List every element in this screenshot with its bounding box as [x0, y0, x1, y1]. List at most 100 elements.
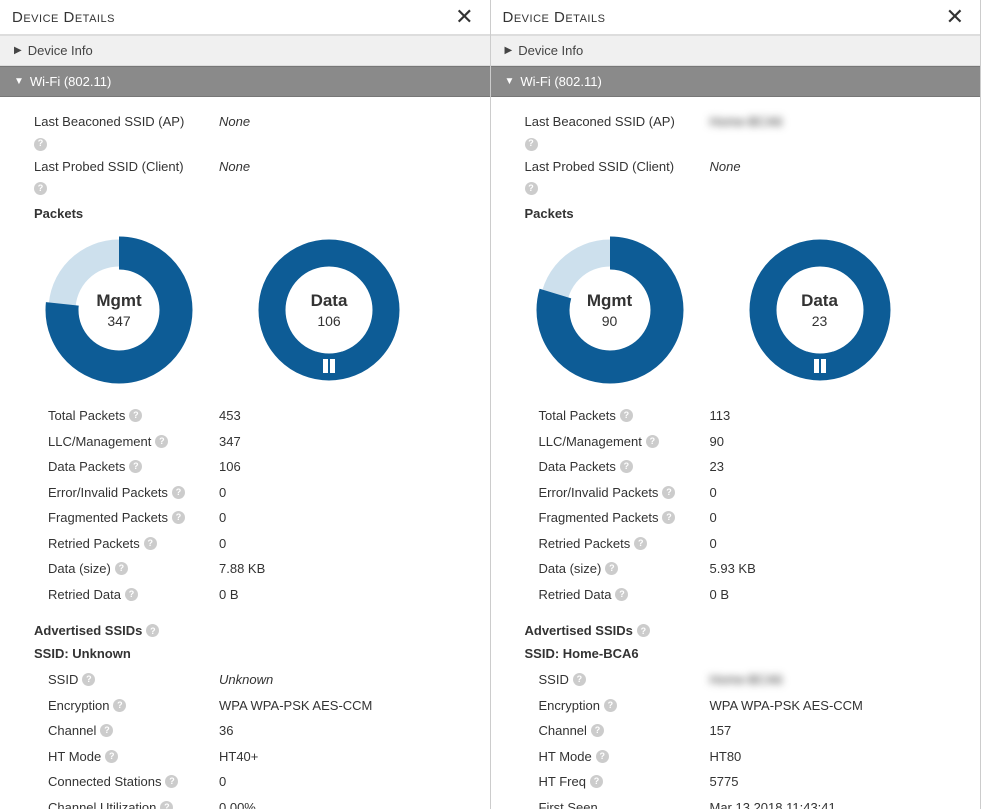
- panel-title: Device Details: [12, 9, 115, 26]
- panel-title: Device Details: [503, 9, 606, 26]
- help-icon[interactable]: ?: [615, 588, 628, 601]
- help-icon[interactable]: ?: [525, 182, 538, 195]
- packets-heading: Packets: [34, 198, 456, 229]
- help-icon[interactable]: ?: [605, 562, 618, 575]
- gauge-mgmt-value: 90: [602, 313, 618, 329]
- value-frag-packets: 0: [710, 508, 717, 528]
- help-icon[interactable]: ?: [646, 435, 659, 448]
- help-icon[interactable]: ?: [82, 673, 95, 686]
- help-icon[interactable]: ?: [165, 775, 178, 788]
- value-ht-mode: HT80: [710, 747, 742, 767]
- label-ssid: SSID: [48, 670, 78, 690]
- section-wifi[interactable]: ▼ Wi-Fi (802.11): [0, 66, 490, 97]
- label-encryption: Encryption: [48, 696, 109, 716]
- label-frag-packets: Fragmented Packets: [539, 508, 659, 528]
- label-data-size: Data (size): [48, 559, 111, 579]
- value-retried-packets: 0: [219, 534, 226, 554]
- value-encryption: WPA WPA-PSK AES-CCM: [710, 696, 863, 716]
- value-ssid: Unknown: [219, 670, 273, 690]
- help-icon[interactable]: ?: [637, 624, 650, 637]
- label-ht-mode: HT Mode: [539, 747, 592, 767]
- help-icon[interactable]: ?: [172, 511, 185, 524]
- section-label: Wi-Fi (802.11): [520, 74, 601, 89]
- help-icon[interactable]: ?: [620, 460, 633, 473]
- gauge-mgmt-value: 347: [107, 313, 130, 329]
- label-channel: Channel: [539, 721, 587, 741]
- value-err-packets: 0: [219, 483, 226, 503]
- help-icon[interactable]: ?: [662, 486, 675, 499]
- chevron-right-icon: ▶: [14, 45, 22, 56]
- label-ht-mode: HT Mode: [48, 747, 101, 767]
- section-device-info[interactable]: ▶ Device Info: [0, 35, 490, 66]
- device-details-panel-right: Device Details ✕ ▶ Device Info ▼ Wi-Fi (…: [491, 0, 981, 809]
- close-icon[interactable]: ✕: [942, 6, 968, 28]
- value-encryption: WPA WPA-PSK AES-CCM: [219, 696, 372, 716]
- label-last-beacon: Last Beaconed SSID (AP): [525, 112, 710, 132]
- section-wifi[interactable]: ▼ Wi-Fi (802.11): [491, 66, 981, 97]
- help-icon[interactable]: ?: [596, 750, 609, 763]
- section-label: Wi-Fi (802.11): [30, 74, 111, 89]
- ssid-header: SSID: Unknown: [34, 644, 456, 667]
- value-connected-stations: 0: [219, 772, 226, 792]
- scroll-area[interactable]: Last Beaconed SSID (AP) Home-BCA6 ? Last…: [491, 97, 981, 809]
- chevron-down-icon: ▼: [14, 76, 24, 87]
- help-icon[interactable]: ?: [129, 409, 142, 422]
- help-icon[interactable]: ?: [172, 486, 185, 499]
- value-llc-mgmt: 90: [710, 432, 724, 452]
- value-first-seen: Mar 13 2018 11:43:41: [710, 798, 836, 809]
- help-icon[interactable]: ?: [591, 724, 604, 737]
- label-llc-mgmt: LLC/Management: [48, 432, 151, 452]
- gauge-mgmt-label: Mgmt: [96, 291, 141, 311]
- help-icon[interactable]: ?: [144, 537, 157, 550]
- label-total-packets: Total Packets: [48, 406, 125, 426]
- label-ssid: SSID: [539, 670, 569, 690]
- help-icon[interactable]: ?: [620, 409, 633, 422]
- help-icon[interactable]: ?: [34, 138, 47, 151]
- section-device-info[interactable]: ▶ Device Info: [491, 35, 981, 66]
- help-icon[interactable]: ?: [100, 724, 113, 737]
- label-last-probed: Last Probed SSID (Client): [525, 157, 710, 177]
- value-retried-data: 0 B: [710, 585, 730, 605]
- help-icon[interactable]: ?: [129, 460, 142, 473]
- label-data-size: Data (size): [539, 559, 602, 579]
- help-icon[interactable]: ?: [113, 699, 126, 712]
- help-icon[interactable]: ?: [105, 750, 118, 763]
- value-ht-freq: 5775: [710, 772, 739, 792]
- section-label: Device Info: [518, 43, 583, 58]
- value-data-packets: 106: [219, 457, 241, 477]
- scroll-area[interactable]: Last Beaconed SSID (AP) None ? Last Prob…: [0, 97, 490, 809]
- close-icon[interactable]: ✕: [451, 6, 477, 28]
- value-last-beacon: None: [219, 112, 250, 132]
- value-retried-data: 0 B: [219, 585, 239, 605]
- chevron-down-icon: ▼: [505, 76, 515, 87]
- label-encryption: Encryption: [539, 696, 600, 716]
- chevron-right-icon: ▶: [505, 45, 513, 56]
- gauge-data: Data 23: [745, 235, 895, 385]
- help-icon[interactable]: ?: [34, 182, 47, 195]
- help-icon[interactable]: ?: [125, 588, 138, 601]
- value-last-probed: None: [219, 157, 250, 177]
- help-icon[interactable]: ?: [525, 138, 538, 151]
- help-icon[interactable]: ?: [604, 699, 617, 712]
- value-err-packets: 0: [710, 483, 717, 503]
- help-icon[interactable]: ?: [155, 435, 168, 448]
- advertised-ssids-heading: Advertised SSIDs ?: [525, 607, 947, 644]
- label-retried-data: Retried Data: [539, 585, 612, 605]
- device-details-panel-left: Device Details ✕ ▶ Device Info ▼ Wi-Fi (…: [0, 0, 491, 809]
- help-icon[interactable]: ?: [146, 624, 159, 637]
- gauge-data: Data 106: [254, 235, 404, 385]
- help-icon[interactable]: ?: [662, 511, 675, 524]
- value-retried-packets: 0: [710, 534, 717, 554]
- gauge-data-value: 106: [317, 313, 340, 329]
- help-icon[interactable]: ?: [160, 801, 173, 809]
- label-retried-packets: Retried Packets: [539, 534, 631, 554]
- packet-gauges: Mgmt 90 Data 23: [525, 229, 947, 403]
- help-icon[interactable]: ?: [115, 562, 128, 575]
- help-icon[interactable]: ?: [590, 775, 603, 788]
- packets-heading: Packets: [525, 198, 947, 229]
- help-icon[interactable]: ?: [573, 673, 586, 686]
- gauge-mgmt: Mgmt 90: [535, 235, 685, 385]
- help-icon[interactable]: ?: [634, 537, 647, 550]
- gauge-data-label: Data: [311, 291, 348, 311]
- value-total-packets: 113: [710, 406, 731, 426]
